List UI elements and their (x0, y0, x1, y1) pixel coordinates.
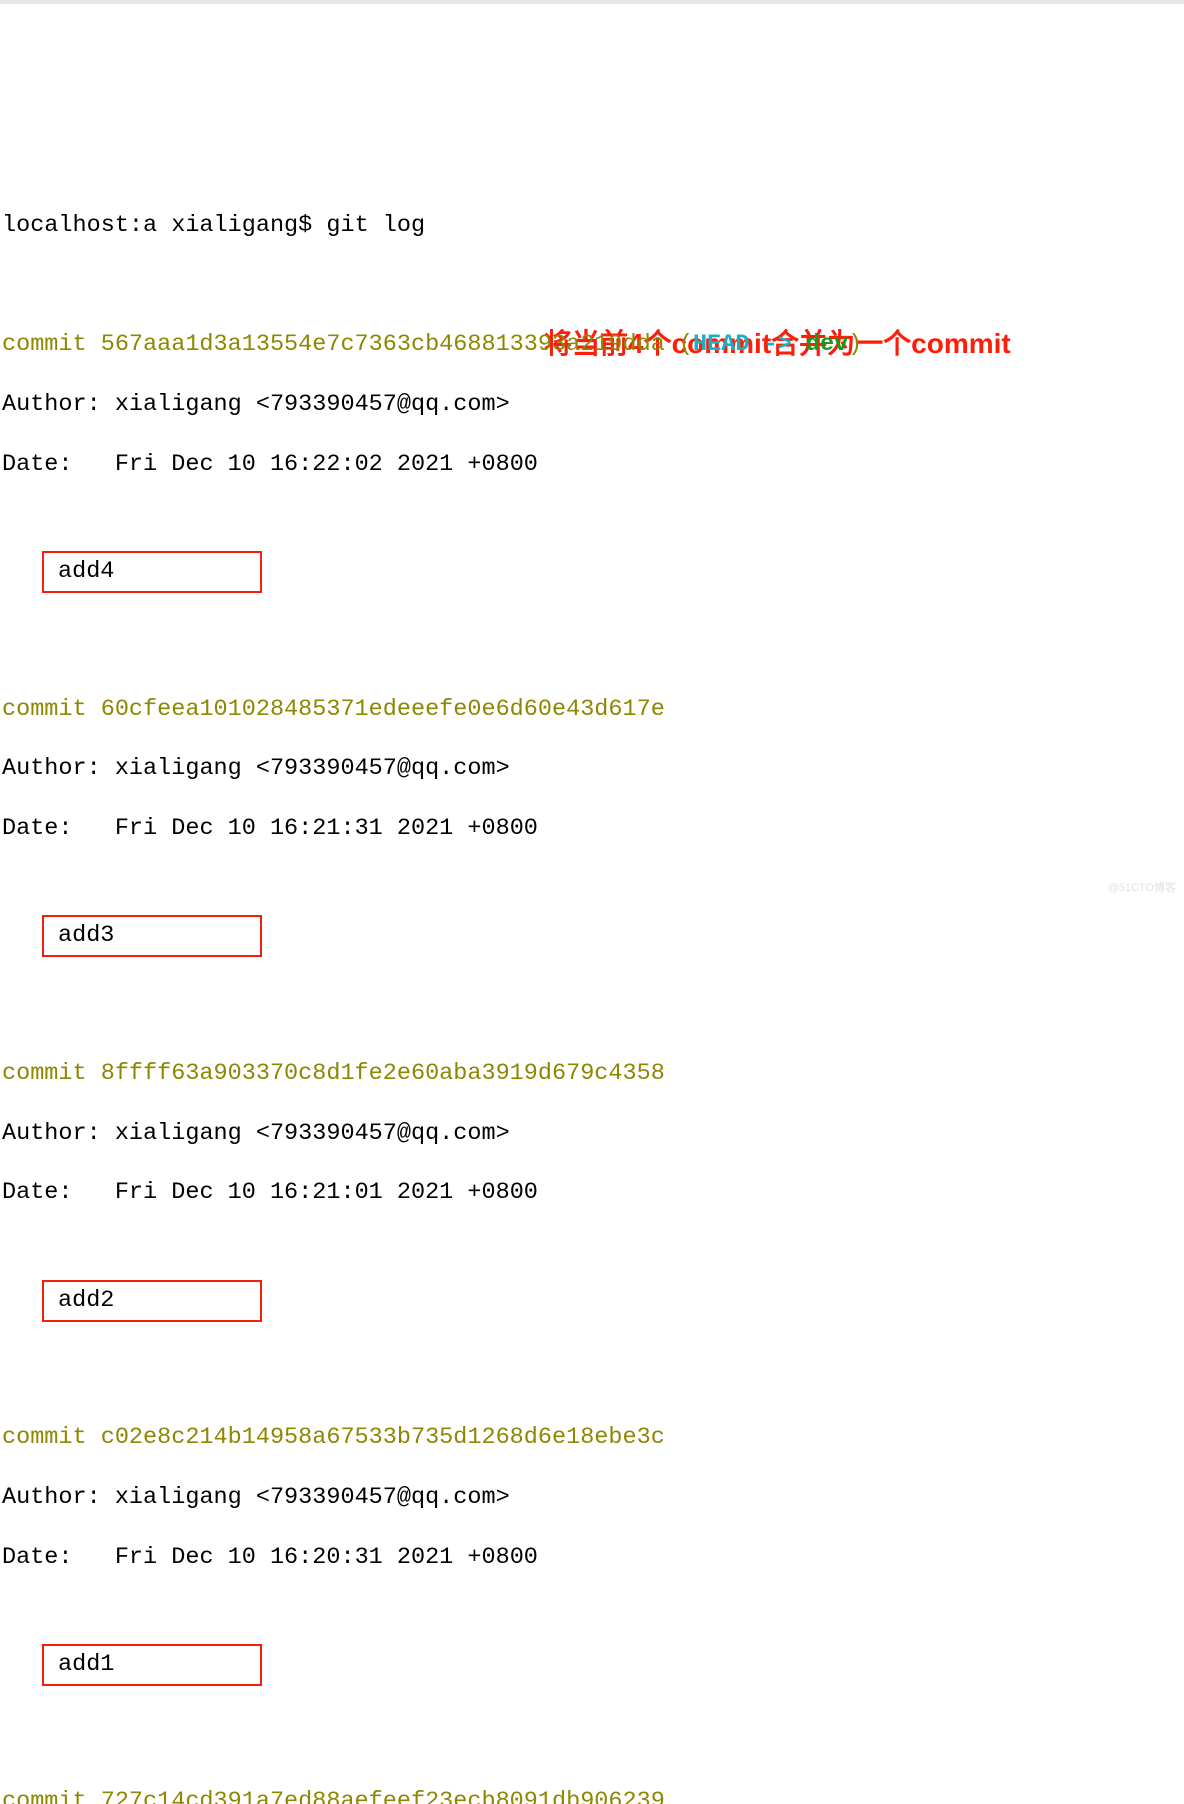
author-value: xialigang <793390457@qq.com> (115, 391, 510, 418)
prompt-line: localhost:a xialigang$ git log (2, 211, 1184, 241)
commit-hash: 727c14cd391a7ed88aefeef23ecb8091db906239 (101, 1788, 665, 1804)
commit-message-highlight: add1 (42, 1644, 262, 1686)
prompt-command: git log (326, 212, 425, 239)
ref-close: ) (848, 331, 862, 358)
author-prefix: Author: (2, 1484, 115, 1511)
commit-prefix: commit (2, 1424, 101, 1451)
commit-hash: 567aaa1d3a13554e7c7363cb468813393a219dda (101, 331, 665, 358)
commit-prefix: commit (2, 1788, 101, 1804)
date-prefix: Date: (2, 1544, 115, 1571)
ref-head: HEAD -> (693, 331, 806, 358)
commit-hash: 60cfeea101028485371edeeefe0e6d60e43d617e (101, 696, 665, 723)
ref-branch: dev (806, 331, 848, 358)
author-prefix: Author: (2, 755, 115, 782)
commit-line: commit 8ffff63a903370c8d1fe2e60aba3919d6… (2, 1059, 1184, 1089)
author-prefix: Author: (2, 1120, 115, 1147)
author-value: xialigang <793390457@qq.com> (115, 755, 510, 782)
date-value: Fri Dec 10 16:21:31 2021 +0800 (115, 815, 538, 842)
author-line: Author: xialigang <793390457@qq.com> (2, 1483, 1184, 1513)
commit-message-highlight: add2 (42, 1280, 262, 1322)
commit-prefix: commit (2, 696, 101, 723)
date-prefix: Date: (2, 451, 115, 478)
ref-open: ( (665, 331, 693, 358)
prompt-user-host: localhost:a xialigang$ (2, 212, 326, 239)
commit-message-highlight: add4 (42, 551, 262, 593)
date-value: Fri Dec 10 16:22:02 2021 +0800 (115, 451, 538, 478)
date-value: Fri Dec 10 16:21:01 2021 +0800 (115, 1179, 538, 1206)
commit-line: commit 60cfeea101028485371edeeefe0e6d60e… (2, 695, 1184, 725)
commit-message-highlight: add3 (42, 915, 262, 957)
commit-prefix: commit (2, 1060, 101, 1087)
author-prefix: Author: (2, 391, 115, 418)
date-line: Date: Fri Dec 10 16:22:02 2021 +0800 (2, 450, 1184, 480)
date-prefix: Date: (2, 815, 115, 842)
author-value: xialigang <793390457@qq.com> (115, 1484, 510, 1511)
date-prefix: Date: (2, 1179, 115, 1206)
commit-prefix: commit (2, 331, 101, 358)
date-line: Date: Fri Dec 10 16:21:31 2021 +0800 (2, 814, 1184, 844)
author-line: Author: xialigang <793390457@qq.com> (2, 754, 1184, 784)
commit-line: commit 567aaa1d3a13554e7c7363cb468813393… (2, 330, 1184, 360)
date-value: Fri Dec 10 16:20:31 2021 +0800 (115, 1544, 538, 1571)
commit-hash: c02e8c214b14958a67533b735d1268d6e18ebe3c (101, 1424, 665, 1451)
author-line: Author: xialigang <793390457@qq.com> (2, 1119, 1184, 1149)
commit-hash: 8ffff63a903370c8d1fe2e60aba3919d679c4358 (101, 1060, 665, 1087)
date-line: Date: Fri Dec 10 16:20:31 2021 +0800 (2, 1543, 1184, 1573)
date-line: Date: Fri Dec 10 16:21:01 2021 +0800 (2, 1178, 1184, 1208)
author-line: Author: xialigang <793390457@qq.com> (2, 390, 1184, 420)
commit-line: commit c02e8c214b14958a67533b735d1268d6e… (2, 1423, 1184, 1453)
author-value: xialigang <793390457@qq.com> (115, 1120, 510, 1147)
window-title-shade (0, 0, 1184, 4)
terminal-output[interactable]: localhost:a xialigang$ git log commit 56… (2, 181, 1184, 1804)
commit-line: commit 727c14cd391a7ed88aefeef23ecb8091d… (2, 1787, 1184, 1804)
